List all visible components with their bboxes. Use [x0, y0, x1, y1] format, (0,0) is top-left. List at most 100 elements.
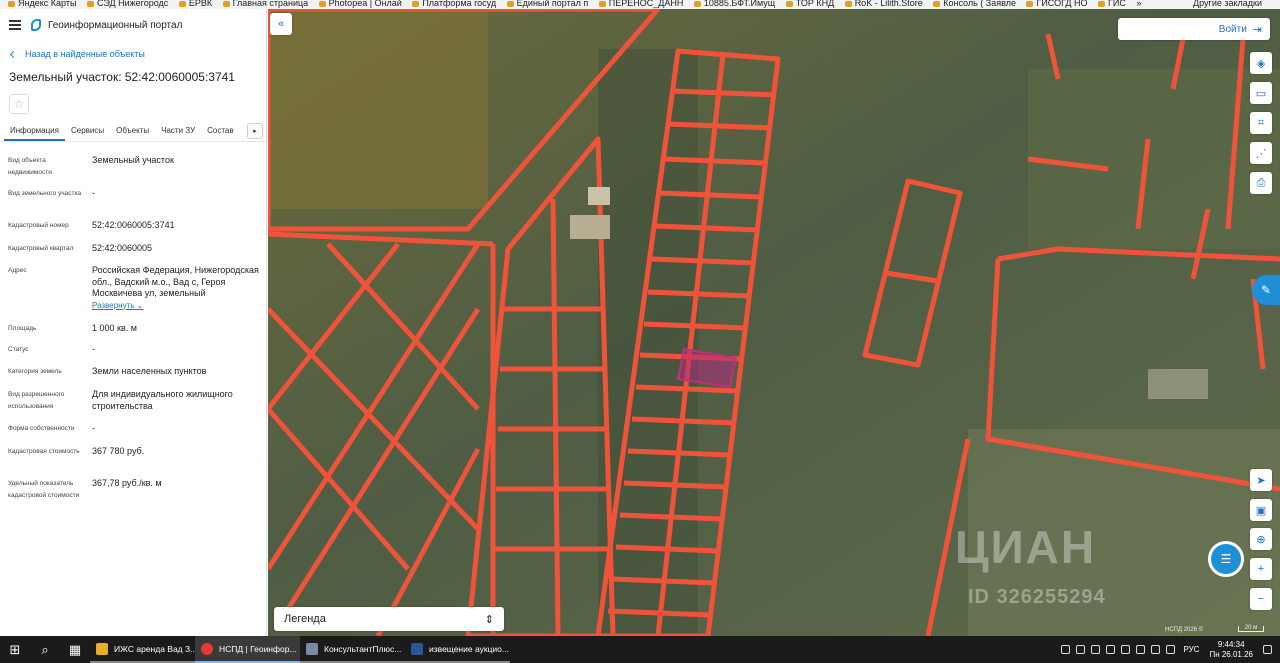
layers-icon[interactable]: ◈ — [1250, 52, 1272, 74]
taskbar-app[interactable]: ИЖС аренда Вад З... — [90, 636, 195, 663]
bookmark[interactable]: RoK - Lilith.Store — [844, 0, 923, 8]
tray-icon[interactable] — [1151, 645, 1161, 654]
back-link-label: Назад в найденные объекты — [25, 49, 145, 59]
bookmark[interactable]: Консоль ( Заявле — [933, 0, 1016, 8]
bookmark[interactable]: Единый портал п — [506, 0, 588, 8]
tray-icon[interactable] — [1076, 645, 1086, 654]
chevron-down-icon: ⌄ — [136, 300, 144, 310]
login-button[interactable]: Войти ⇥ — [1118, 18, 1270, 40]
legend-dropdown[interactable]: Легенда ⇕ — [274, 607, 504, 631]
tray-icon[interactable] — [1136, 645, 1146, 654]
search-icon[interactable]: ⌕ — [30, 636, 60, 663]
cian-watermark: ЦИАН — [955, 521, 1097, 573]
bookmark[interactable]: Главная страница — [222, 0, 308, 8]
share-icon[interactable]: ⋰ — [1250, 142, 1272, 164]
object-tabs: Информация Сервисы Объекты Части ЗУ Сост… — [0, 120, 266, 142]
feedback-tab-icon[interactable]: ✎ — [1252, 275, 1280, 305]
property-value: Для индивидуального жилищного строительс… — [92, 389, 233, 411]
chevron-left-icon — [9, 50, 18, 58]
legend-label: Легенда — [284, 613, 326, 625]
bookmark[interactable]: ЕРВК — [178, 0, 212, 8]
zoom-in-button[interactable]: + — [1250, 558, 1272, 580]
property-label: Кадастровая стоимость — [8, 448, 80, 455]
tab-parcel-parts[interactable]: Части ЗУ — [155, 126, 201, 141]
taskbar-app[interactable]: НСПД | Геоинфор... — [195, 636, 300, 663]
ruler-icon[interactable]: ▭ — [1250, 82, 1272, 104]
other-bookmarks[interactable]: Другие закладки — [1193, 0, 1262, 8]
calculator-icon[interactable]: ▦ — [60, 636, 90, 663]
bookmark-icon — [8, 0, 15, 7]
tab-information[interactable]: Информация — [4, 126, 65, 141]
bookmark[interactable]: ГИС — [1098, 0, 1126, 8]
object-title: Земельный участок: 52:42:0060005:3741 — [9, 70, 235, 84]
property-label: Площадь — [8, 325, 37, 332]
settlement-area — [1028, 69, 1280, 249]
taskbar-app[interactable]: КонсультантПлюс... — [300, 636, 405, 663]
property-label: Вид земельного участка — [8, 190, 82, 197]
notifications-icon[interactable] — [1263, 645, 1272, 654]
map-view[interactable] — [268, 9, 1280, 636]
taskbar-app[interactable]: извещение аукцио... — [405, 636, 510, 663]
geolocation-icon[interactable]: ➤ — [1250, 469, 1272, 491]
property-label: Кадастровый номер — [8, 222, 69, 229]
property-value: Российская Федерация, Нижегородская обл.… — [92, 265, 262, 311]
property-value: 52:42:0060005 — [92, 243, 153, 253]
back-to-results-link[interactable]: Назад в найденные объекты — [0, 47, 266, 61]
windows-start-icon[interactable]: ⊞ — [0, 636, 30, 663]
bookmark[interactable]: 10885.БФТ.Имущ — [693, 0, 775, 8]
tray-icon[interactable] — [1121, 645, 1131, 654]
bookmark[interactable]: Платформа госуд — [412, 0, 496, 8]
bookmark[interactable]: ПЕРЕНОС_ДАНН — [598, 0, 683, 8]
bookmark-icon — [412, 0, 420, 7]
tray-icon[interactable] — [1091, 645, 1101, 654]
zoom-out-button[interactable]: − — [1250, 588, 1272, 610]
bookmark-icon — [506, 0, 514, 7]
property-value: Земельный участок — [92, 155, 174, 165]
map-copyright: НСПД 2026 © — [1165, 627, 1204, 633]
print-icon[interactable]: ⎙ — [1250, 172, 1272, 194]
bookmark-icon — [1098, 0, 1105, 7]
property-value: 52:42:0060005:3741 — [92, 220, 175, 230]
collapse-panel-button[interactable]: « — [270, 13, 292, 35]
bookmark[interactable]: Яндекс Карты — [8, 0, 76, 8]
area-select-icon[interactable]: ⌗ — [1250, 112, 1272, 134]
property-value: - — [92, 344, 95, 354]
property-label: Статус — [8, 346, 29, 353]
bookmarks-more-button[interactable]: » — [1136, 0, 1141, 8]
tray-icon[interactable] — [1106, 645, 1116, 654]
zoom-area-icon[interactable]: ⊕ — [1250, 528, 1272, 550]
bookmark-icon — [222, 0, 230, 7]
language-indicator[interactable]: РУС — [1183, 645, 1199, 654]
chat-icon[interactable]: ☰ — [1208, 541, 1244, 577]
property-label: Кадастровый квартал — [8, 245, 74, 252]
property-value: - — [92, 423, 95, 433]
login-icon: ⇥ — [1252, 23, 1262, 36]
bookmark[interactable]: ТОР КНД — [785, 0, 834, 8]
bookmark-icon — [933, 0, 941, 7]
building — [1148, 369, 1208, 399]
expand-address-link[interactable]: Развернуть ⌄ — [92, 301, 143, 310]
tray-icon[interactable] — [1061, 645, 1071, 654]
cian-watermark-id: ID 326255294 — [968, 586, 1106, 608]
tabs-scroll-right-button[interactable]: ▸ — [247, 123, 263, 139]
consultant-icon — [306, 642, 318, 655]
property-value: 1 000 кв. м — [92, 323, 137, 333]
expand-icon: ⇕ — [484, 613, 494, 626]
field-area — [268, 9, 488, 209]
building — [570, 215, 610, 239]
property-label: Вид разрешенного использования — [8, 391, 65, 410]
basemap-icon[interactable]: ▣ — [1250, 499, 1272, 521]
windows-taskbar: ⊞ ⌕ ▦ ИЖС аренда Вад З... НСПД | Геоинфо… — [0, 636, 1280, 663]
bookmark[interactable]: ГИСОГД НО — [1026, 0, 1087, 8]
tab-objects[interactable]: Объекты — [110, 126, 155, 141]
menu-icon[interactable] — [9, 20, 21, 30]
clock[interactable]: 9:44:34 Пн 26.01.26 — [1209, 640, 1253, 660]
tab-composition[interactable]: Состав — [201, 126, 240, 141]
tray-icon[interactable] — [1166, 645, 1176, 654]
bookmark[interactable]: Photopea | Онлай — [318, 0, 402, 8]
portal-logo-icon — [31, 19, 41, 31]
favorite-star-button[interactable]: ☆ — [9, 94, 29, 114]
bookmark[interactable]: СЭД Нижегородс — [86, 0, 168, 8]
property-label: Удельный показатель кадастровой стоимост… — [8, 480, 80, 499]
tab-services[interactable]: Сервисы — [65, 126, 110, 141]
